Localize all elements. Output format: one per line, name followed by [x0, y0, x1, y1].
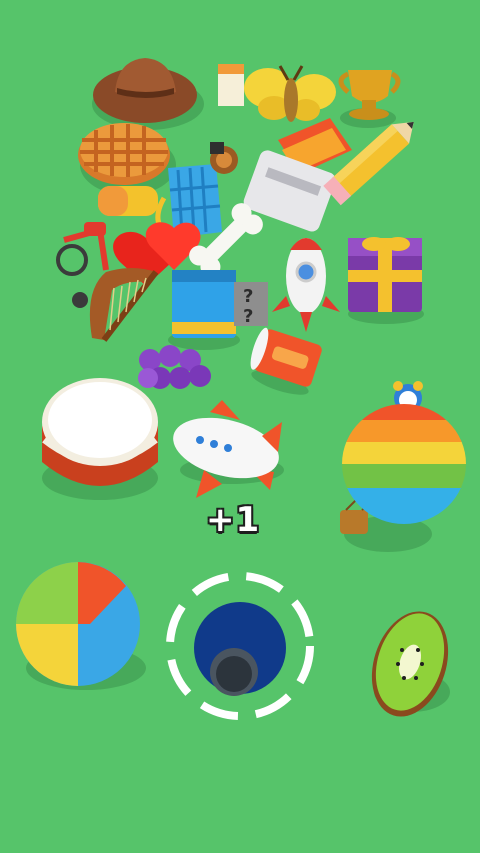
blimp-airship-icon	[173, 400, 284, 498]
barrel-icon	[210, 142, 238, 174]
svg-text:?: ?	[243, 306, 253, 327]
butterfly-icon	[244, 65, 336, 122]
rocket-icon	[272, 238, 340, 332]
waffle-icon	[78, 123, 176, 195]
score-popup: +1	[206, 500, 261, 540]
cowboy-hat-icon	[92, 58, 204, 130]
svg-text:?: ?	[243, 286, 253, 307]
beach-ball-icon	[16, 562, 146, 690]
soda-can-icon	[250, 327, 322, 395]
gift-box-icon	[348, 237, 424, 324]
mystery-box-icon: ? ?	[234, 282, 268, 327]
game-stage[interactable]: ? ? +1	[0, 0, 480, 853]
sponge-icon	[98, 186, 158, 216]
game-scene: ? ?	[16, 58, 466, 720]
harp-icon	[89, 268, 159, 342]
black-hole-icon[interactable]	[166, 572, 314, 720]
trophy-icon	[338, 70, 401, 128]
drum-icon	[42, 378, 158, 500]
hot-air-balloon-icon	[340, 404, 466, 552]
kiwi-fruit-icon	[371, 611, 450, 717]
milk-box-icon	[218, 64, 244, 106]
grapes-icon	[138, 345, 211, 389]
book-icon	[168, 270, 240, 350]
